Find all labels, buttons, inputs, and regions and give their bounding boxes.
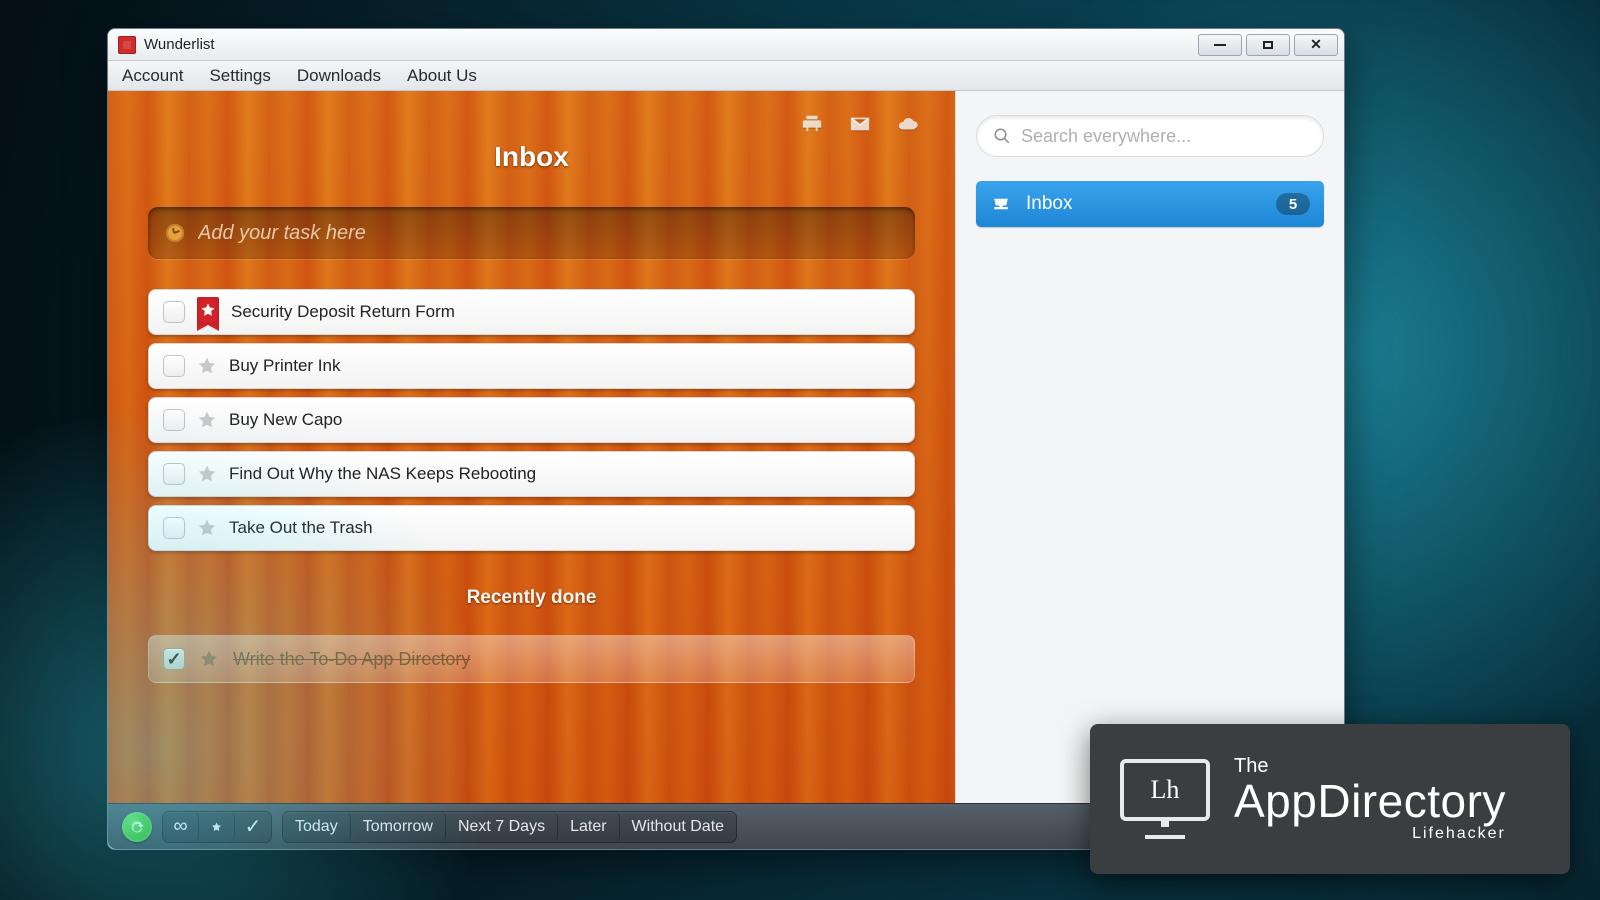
overlay-sub: Lifehacker bbox=[1412, 826, 1506, 842]
done-task-row[interactable]: ✓ Write the To-Do App Directory bbox=[148, 635, 915, 683]
sidebar-item-inbox[interactable]: Inbox 5 bbox=[976, 181, 1324, 227]
task-checkbox-checked[interactable]: ✓ bbox=[163, 648, 185, 670]
mail-icon[interactable] bbox=[847, 113, 873, 140]
search-field[interactable] bbox=[976, 115, 1324, 157]
task-checkbox[interactable] bbox=[163, 463, 185, 485]
window-title: Wunderlist bbox=[144, 36, 215, 53]
sync-button[interactable] bbox=[122, 812, 152, 842]
sidebar-item-label: Inbox bbox=[1026, 193, 1072, 215]
link-icon[interactable]: ∞ bbox=[163, 812, 199, 842]
star-icon[interactable] bbox=[197, 464, 217, 484]
menu-settings[interactable]: Settings bbox=[209, 66, 270, 86]
sidebar-item-count: 5 bbox=[1276, 193, 1310, 215]
star-icon[interactable] bbox=[197, 356, 217, 376]
menubar: Account Settings Downloads About Us bbox=[108, 61, 1344, 91]
task-row[interactable]: Security Deposit Return Form bbox=[148, 289, 915, 335]
tool-group: ∞ ✓ bbox=[162, 811, 272, 843]
task-label: Security Deposit Return Form bbox=[231, 302, 455, 322]
task-row[interactable]: Find Out Why the NAS Keeps Rebooting bbox=[148, 451, 915, 497]
clock-icon bbox=[166, 224, 184, 242]
task-list: Security Deposit Return Form Buy Printer… bbox=[148, 289, 915, 551]
starred-filter-icon[interactable] bbox=[199, 812, 235, 842]
star-icon[interactable] bbox=[199, 649, 219, 669]
sidebar: Inbox 5 bbox=[955, 91, 1344, 803]
minimize-button[interactable] bbox=[1198, 34, 1242, 56]
app-icon bbox=[118, 36, 136, 54]
search-input[interactable] bbox=[1021, 126, 1307, 147]
task-row[interactable]: Take Out the Trash bbox=[148, 505, 915, 551]
list-title: Inbox bbox=[148, 141, 915, 173]
monitor-monogram: Lh bbox=[1120, 759, 1210, 821]
filter-next7[interactable]: Next 7 Days bbox=[446, 812, 558, 842]
print-icon[interactable] bbox=[799, 113, 825, 140]
done-filter-icon[interactable]: ✓ bbox=[235, 812, 271, 842]
filter-nodate[interactable]: Without Date bbox=[620, 812, 736, 842]
task-checkbox[interactable] bbox=[163, 301, 185, 323]
menu-about[interactable]: About Us bbox=[407, 66, 477, 86]
app-directory-overlay: Lh The AppDirectory Lifehacker bbox=[1090, 724, 1570, 874]
filter-tomorrow[interactable]: Tomorrow bbox=[351, 812, 446, 842]
star-icon[interactable] bbox=[197, 410, 217, 430]
monitor-icon: Lh bbox=[1120, 759, 1210, 839]
overlay-the: The bbox=[1234, 756, 1506, 776]
star-icon[interactable] bbox=[197, 518, 217, 538]
maximize-button[interactable] bbox=[1246, 34, 1290, 56]
task-checkbox[interactable] bbox=[163, 355, 185, 377]
task-checkbox[interactable] bbox=[163, 517, 185, 539]
task-checkbox[interactable] bbox=[163, 409, 185, 431]
add-task-input[interactable] bbox=[198, 222, 897, 245]
recently-done-label: Recently done bbox=[148, 587, 915, 609]
task-label: Write the To-Do App Directory bbox=[233, 649, 470, 670]
cloud-icon[interactable] bbox=[895, 113, 921, 140]
overlay-title: AppDirectory bbox=[1234, 778, 1506, 824]
menu-downloads[interactable]: Downloads bbox=[297, 66, 381, 86]
task-label: Buy Printer Ink bbox=[229, 356, 341, 376]
task-label: Buy New Capo bbox=[229, 410, 342, 430]
filter-later[interactable]: Later bbox=[558, 812, 619, 842]
search-icon bbox=[993, 127, 1011, 145]
titlebar[interactable]: Wunderlist ✕ bbox=[108, 29, 1344, 61]
task-row[interactable]: Buy Printer Ink bbox=[148, 343, 915, 389]
star-ribbon-icon[interactable] bbox=[197, 297, 219, 325]
close-button[interactable]: ✕ bbox=[1294, 34, 1338, 56]
add-task-field[interactable] bbox=[148, 207, 915, 259]
date-filter-group: Today Tomorrow Next 7 Days Later Without… bbox=[282, 811, 737, 843]
task-label: Find Out Why the NAS Keeps Rebooting bbox=[229, 464, 536, 484]
inbox-icon bbox=[990, 195, 1012, 213]
task-label: Take Out the Trash bbox=[229, 518, 373, 538]
menu-account[interactable]: Account bbox=[122, 66, 183, 86]
main-panel: Inbox Security Deposit Return Form Buy P… bbox=[108, 91, 955, 803]
filter-today[interactable]: Today bbox=[283, 812, 351, 842]
task-row[interactable]: Buy New Capo bbox=[148, 397, 915, 443]
